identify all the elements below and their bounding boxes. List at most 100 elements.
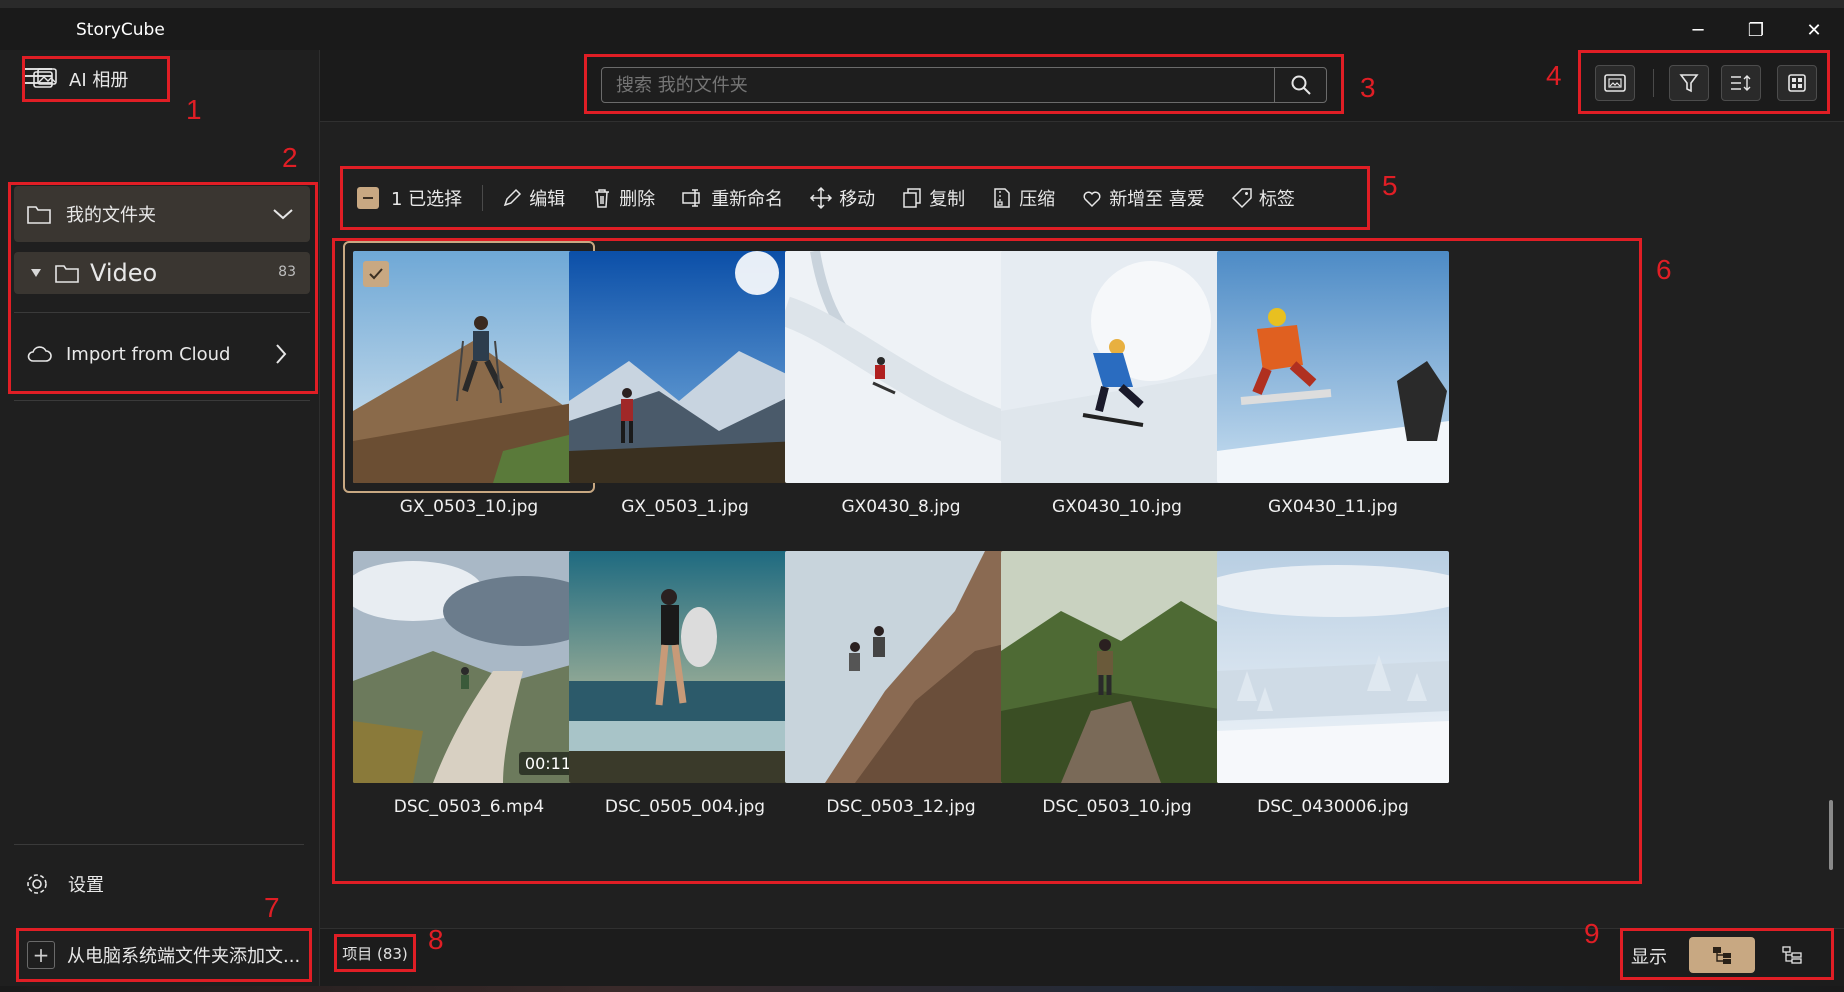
settings-button[interactable]: 设置 [24, 866, 224, 902]
file-name: GX0430_11.jpg [1268, 497, 1398, 517]
rename-label: 重新命名 [711, 189, 784, 210]
file-tile[interactable]: GX_0503_10.jpg [343, 241, 595, 517]
ai-album-button[interactable]: AI 相册 [22, 56, 170, 102]
annotation-6: 6 [1656, 254, 1672, 285]
ai-album-icon [33, 68, 57, 88]
folder-icon [27, 206, 51, 224]
annotation-4: 4 [1546, 60, 1562, 91]
search-input[interactable] [602, 68, 1274, 102]
slideshow-icon [1604, 74, 1626, 92]
file-name: DSC_0505_004.jpg [604, 797, 766, 817]
settings-label: 设置 [68, 875, 104, 896]
tag-icon [1231, 188, 1252, 209]
file-name: GX0430_8.jpg [841, 497, 961, 517]
file-name: GX0430_10.jpg [1052, 497, 1182, 517]
file-name: DSC_0503_6.mp4 [393, 797, 545, 817]
minimize-button[interactable]: ─ [1670, 12, 1726, 48]
divider [14, 400, 310, 401]
pencil-icon [504, 188, 522, 207]
view-mode-button[interactable] [1759, 937, 1825, 973]
grid-view-button[interactable] [1777, 65, 1817, 101]
compress-label: 压缩 [1019, 189, 1056, 210]
search-area-highlight [584, 54, 1344, 114]
scrollbar-thumb[interactable] [1829, 800, 1833, 870]
maximize-button[interactable]: ❐ [1728, 12, 1784, 48]
file-name: GX_0503_1.jpg [621, 497, 749, 517]
thumbnail-snowboarder-jump [1217, 251, 1449, 483]
compress-button[interactable]: 压缩 [991, 185, 1055, 211]
copy-label: 复制 [929, 189, 966, 210]
checked-icon[interactable] [363, 261, 389, 287]
expand-triangle-icon[interactable] [30, 268, 42, 278]
file-tile[interactable]: GX0430_8.jpg [785, 251, 1017, 517]
search-icon [1291, 75, 1311, 95]
close-button[interactable]: ✕ [1786, 12, 1842, 48]
edit-button[interactable]: 编辑 [501, 185, 565, 211]
sort-icon [1731, 75, 1751, 91]
thumbnail-surfer-beach [569, 551, 801, 783]
thumbnail-snowy-forest [1217, 551, 1449, 783]
file-tile[interactable]: GX_0503_1.jpg [569, 251, 801, 517]
thumbnail-hiker-valley [569, 251, 801, 483]
compress-icon [994, 188, 1010, 208]
filter-icon [1679, 74, 1699, 93]
display-mode-highlight: 显示 [1620, 928, 1834, 980]
selected-count: 1 已选择 [391, 189, 463, 210]
file-tile[interactable]: DSC_0503_12.jpg [785, 551, 1017, 817]
file-name: GX_0503_10.jpg [399, 497, 539, 517]
move-button[interactable]: 移动 [809, 185, 875, 211]
tag-label: 标签 [1258, 189, 1295, 210]
ai-album-label: AI 相册 [69, 70, 129, 91]
file-tile[interactable]: DSC_0505_004.jpg [569, 551, 801, 817]
heart-icon [1083, 191, 1101, 208]
window-bottom-edge [0, 986, 1844, 992]
grid-view-icon [1788, 74, 1806, 92]
selection-toggle[interactable]: 1 已选择 [357, 185, 462, 211]
view-mode-button-active[interactable] [1689, 937, 1755, 973]
chevron-right-icon [276, 344, 287, 364]
tag-button[interactable]: 标签 [1231, 185, 1295, 211]
file-tile[interactable]: GX0430_11.jpg [1217, 251, 1449, 517]
file-tile[interactable]: DSC_0430006.jpg [1217, 551, 1449, 817]
sort-button[interactable] [1721, 65, 1761, 101]
action-bar: 1 已选择 编辑 删除 重新命名 移动 复制 压缩 新增至 喜爱 标签 [340, 166, 1370, 230]
app-title: StoryCube [76, 20, 165, 40]
list-tree-icon [1782, 946, 1802, 964]
file-name: DSC_0430006.jpg [1257, 797, 1409, 817]
copy-button[interactable]: 复制 [901, 185, 965, 211]
file-name: DSC_0503_12.jpg [826, 797, 976, 817]
video-folder-count: 83 [278, 264, 296, 280]
filter-button[interactable] [1669, 65, 1709, 101]
vertical-scrollbar[interactable] [1828, 240, 1834, 880]
divider [14, 844, 304, 845]
file-grid: GX_0503_10.jpg GX_0503_1.jpg GX0430_8.jp… [332, 238, 1642, 884]
annotation-2: 2 [282, 142, 298, 173]
rename-button[interactable]: 重新命名 [681, 185, 783, 211]
search-button[interactable] [1274, 68, 1326, 102]
delete-button[interactable]: 删除 [591, 185, 655, 211]
file-tile[interactable]: DSC_0503_10.jpg [1001, 551, 1233, 817]
add-folder-button[interactable]: + 从电脑系统端文件夹添加文... [16, 928, 312, 982]
display-label: 显示 [1631, 947, 1667, 968]
gear-icon [27, 874, 47, 894]
chevron-down-icon[interactable] [272, 207, 294, 221]
add-to-favorites-button[interactable]: 新增至 喜爱 [1081, 185, 1205, 211]
annotation-1: 1 [186, 94, 202, 125]
add-folder-label: 从电脑系统端文件夹添加文... [67, 946, 301, 967]
edit-label: 编辑 [529, 189, 566, 210]
import-from-cloud-button[interactable]: Import from Cloud [14, 328, 310, 380]
file-tile[interactable]: 00:11 DSC_0503_6.mp4 [353, 551, 585, 817]
sidebar-item-video[interactable]: Video 83 [14, 252, 310, 294]
delete-label: 删除 [619, 189, 656, 210]
file-tile[interactable]: GX0430_10.jpg [1001, 251, 1233, 517]
items-count: 项目 (83) [334, 934, 416, 972]
thumbnail-hiker-trail-video [353, 551, 585, 783]
tree-view-icon [1713, 947, 1731, 964]
file-name: DSC_0503_10.jpg [1042, 797, 1192, 817]
my-folder-header[interactable]: 我的文件夹 [14, 186, 310, 242]
annotation-8: 8 [428, 924, 444, 955]
divider [14, 312, 310, 313]
search-box [601, 67, 1327, 103]
slideshow-button[interactable] [1595, 65, 1635, 101]
favorite-label: 新增至 喜爱 [1109, 189, 1205, 210]
